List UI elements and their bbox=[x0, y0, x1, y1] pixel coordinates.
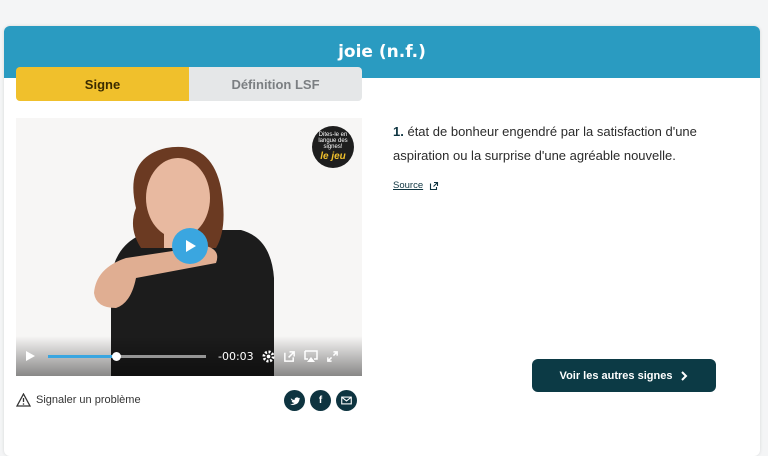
play-icon bbox=[26, 351, 35, 361]
source-label: Source bbox=[393, 180, 424, 191]
definition-body: état de bonheur engendré par la satisfac… bbox=[393, 124, 697, 163]
definition-text: 1. état de bonheur engendré par la satis… bbox=[393, 120, 733, 168]
definition-number: 1. bbox=[393, 124, 404, 139]
play-button[interactable] bbox=[24, 350, 36, 362]
facebook-share-button[interactable]: f bbox=[310, 390, 331, 411]
tab-bar: Signe Définition LSF bbox=[16, 67, 362, 101]
video-controls: -00:03 bbox=[16, 336, 362, 376]
external-link-icon bbox=[283, 350, 295, 362]
play-icon bbox=[186, 240, 196, 252]
game-logo: Dites-le en langue des signes! le jeu bbox=[312, 126, 354, 168]
airplay-icon bbox=[303, 349, 318, 362]
popout-button[interactable] bbox=[283, 350, 296, 363]
see-other-signs-button[interactable]: Voir les autres signes bbox=[532, 359, 716, 392]
play-overlay-button[interactable] bbox=[172, 228, 208, 264]
external-link-icon bbox=[430, 181, 439, 190]
settings-button[interactable] bbox=[262, 349, 275, 363]
chevron-right-icon bbox=[681, 370, 688, 381]
tab-definition-lsf[interactable]: Définition LSF bbox=[189, 67, 362, 101]
source-link[interactable]: Source bbox=[393, 180, 439, 191]
progress-knob[interactable] bbox=[111, 351, 121, 361]
mail-icon bbox=[341, 396, 352, 405]
airplay-button[interactable] bbox=[303, 349, 318, 363]
report-problem-label: Signaler un problème bbox=[36, 394, 141, 406]
twitter-icon bbox=[289, 396, 300, 405]
warning-icon bbox=[16, 393, 31, 407]
see-other-signs-label: Voir les autres signes bbox=[559, 369, 673, 382]
progress-bar[interactable] bbox=[48, 351, 206, 361]
email-share-button[interactable] bbox=[336, 390, 357, 411]
fullscreen-button[interactable] bbox=[326, 350, 339, 363]
facebook-icon: f bbox=[318, 395, 323, 406]
time-remaining: -00:03 bbox=[218, 349, 254, 363]
report-problem-link[interactable]: Signaler un problème bbox=[16, 393, 141, 407]
gear-icon bbox=[262, 349, 275, 363]
video-player[interactable]: Dites-le en langue des signes! le jeu -0… bbox=[16, 118, 362, 376]
progress-fill bbox=[48, 354, 116, 358]
twitter-share-button[interactable] bbox=[284, 390, 305, 411]
share-buttons: f bbox=[284, 390, 357, 411]
tab-signe[interactable]: Signe bbox=[16, 67, 189, 101]
fullscreen-icon bbox=[326, 350, 338, 362]
